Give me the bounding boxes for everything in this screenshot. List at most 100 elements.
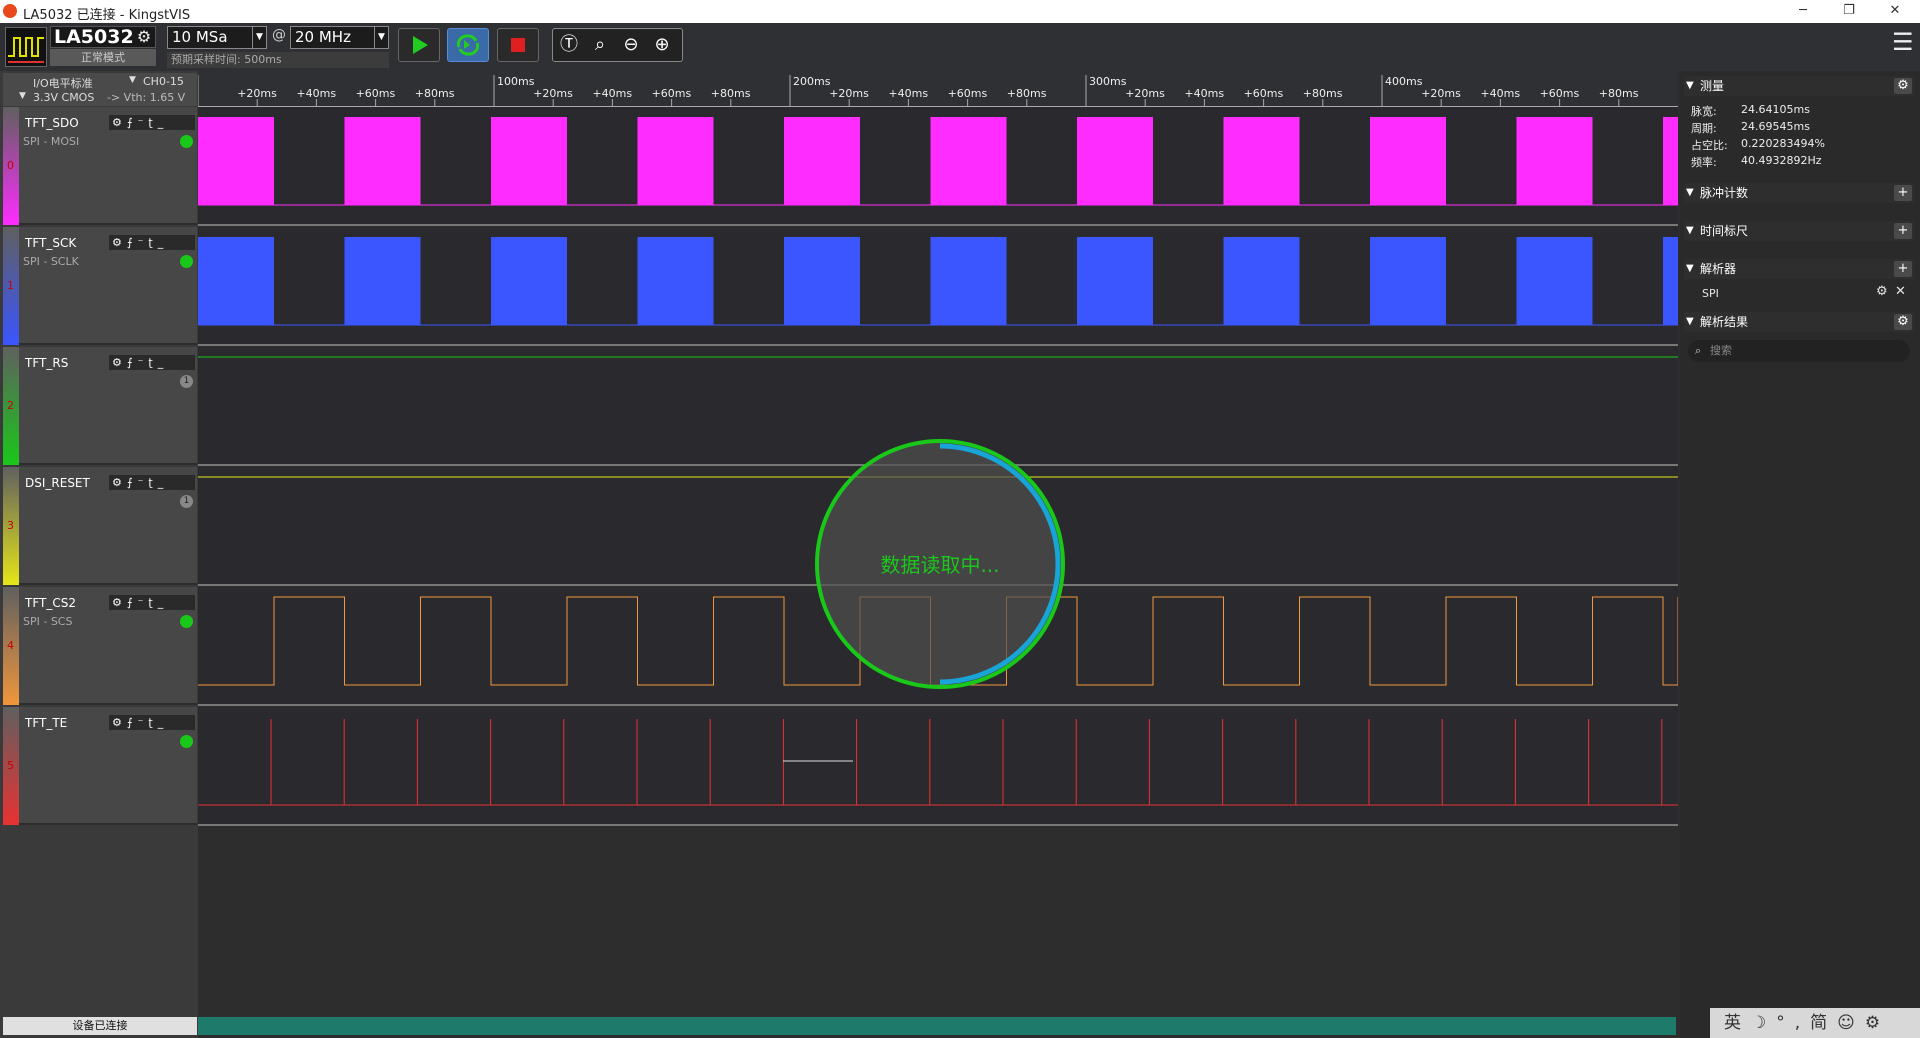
collapse-icon: ▼ <box>1686 80 1694 91</box>
ruler-minor-label: +80ms <box>1599 87 1639 100</box>
search-input[interactable]: ⌕ 搜索 <box>1688 340 1910 362</box>
zoom-group: Ⓣ ⌕ ⊖ ⊕ <box>552 28 683 62</box>
caret-down-icon: ▼ <box>19 91 26 101</box>
trigger-controls[interactable]: ⚙⨍⁻ʈ_ <box>109 595 195 610</box>
trigger-controls[interactable]: ⚙⨍⁻ʈ_ <box>109 235 195 250</box>
zoom-in-icon[interactable]: ⊕ <box>648 32 676 58</box>
analyzer-title: 解析器 <box>1700 262 1737 276</box>
gear-icon[interactable]: ⚙ <box>1894 314 1912 330</box>
collapse-icon: ▼ <box>1686 187 1694 198</box>
zoom-out-icon[interactable]: ⊖ <box>617 32 645 58</box>
maximize-button[interactable]: ❐ <box>1826 0 1872 23</box>
channel-row[interactable]: 5 TFT_TE ⚙⨍⁻ʈ_ <box>3 707 197 825</box>
ruler-major-label: 100ms <box>497 75 535 88</box>
ruler-major-label: 300ms <box>1089 75 1127 88</box>
channel-row[interactable]: 2 TFT_RS ⚙⨍⁻ʈ_ 1 <box>3 347 197 465</box>
results-title: 解析结果 <box>1700 315 1749 329</box>
ruler-minor-label: +60ms <box>1540 87 1580 100</box>
trigger-controls[interactable]: ⚙⨍⁻ʈ_ <box>109 115 195 130</box>
ime-simplified[interactable]: 简 <box>1810 1013 1837 1033</box>
ruler-minor-label: +40ms <box>888 87 928 100</box>
menu-icon[interactable]: ☰ <box>1892 30 1914 54</box>
sample-rate-select[interactable]: 20 MHz ▼ <box>290 26 389 49</box>
pulse-block <box>1223 117 1300 205</box>
close-icon[interactable]: ✕ <box>1895 284 1906 299</box>
channel-row[interactable]: 0 TFT_SDO SPI - MOSI ⚙⨍⁻ʈ_ <box>3 107 197 225</box>
period-value: 24.69545ms <box>1741 120 1810 133</box>
trigger-controls[interactable]: ⚙⨍⁻ʈ_ <box>109 475 195 490</box>
zoom-fit-icon[interactable]: ⌕ <box>586 32 614 58</box>
close-button[interactable]: ✕ <box>1872 0 1918 23</box>
channel-row[interactable]: 3 DSI_RESET ⚙⨍⁻ʈ_ 1 <box>3 467 197 585</box>
ruler-minor-label: +40ms <box>1184 87 1224 100</box>
search-icon: ⌕ <box>1695 344 1702 357</box>
sample-depth-select[interactable]: 10 MSa ▼ <box>167 26 267 49</box>
gear-icon[interactable]: ⚙ <box>1865 1013 1890 1033</box>
channel-name[interactable]: TFT_SCK <box>25 236 76 250</box>
pulse-block <box>637 117 714 205</box>
punct-icon[interactable]: °, <box>1776 1013 1810 1033</box>
loop-icon <box>456 34 480 56</box>
collapse-icon: ▼ <box>1686 263 1694 274</box>
time-ruler-title: 时间标尺 <box>1700 224 1749 238</box>
pulse-block <box>637 237 714 325</box>
add-icon[interactable]: + <box>1894 261 1912 277</box>
analyzer-item[interactable]: SPI <box>1702 287 1719 300</box>
minimize-button[interactable]: ─ <box>1780 0 1826 23</box>
trigger-controls[interactable]: ⚙⨍⁻ʈ_ <box>109 715 195 730</box>
gear-icon[interactable]: ⚙ <box>1876 284 1888 299</box>
moon-icon[interactable]: ☽ <box>1751 1013 1776 1033</box>
channel-name[interactable]: TFT_CS2 <box>25 596 76 610</box>
sample-depth-value: 10 MSa <box>172 28 228 46</box>
collapse-icon: ▼ <box>1686 316 1694 327</box>
caret-down-icon: ▼ <box>129 75 136 85</box>
channel-name[interactable]: TFT_RS <box>25 356 68 370</box>
ruler-minor-label: +40ms <box>1480 87 1520 100</box>
stop-button[interactable] <box>497 28 539 62</box>
channel-index: 1 <box>7 279 14 292</box>
analyzer-section[interactable]: ▼ 解析器 + <box>1684 259 1914 279</box>
channel-name[interactable]: TFT_SDO <box>25 116 79 130</box>
frequency-label: 频率: <box>1691 156 1717 169</box>
pulse-count-section[interactable]: ▼ 脉冲计数 + <box>1684 183 1914 203</box>
text-tool-icon[interactable]: Ⓣ <box>555 32 583 58</box>
repeat-run-button[interactable] <box>447 28 489 62</box>
time-ruler-section[interactable]: ▼ 时间标尺 + <box>1684 221 1914 241</box>
channel-name[interactable]: DSI_RESET <box>25 476 90 490</box>
toolbar: LA5032 ⚙ 正常模式 10 MSa ▼ @ 20 MHz ▼ 预期采样时间: … <box>0 23 1920 71</box>
loading-text: 数据读取中... <box>880 553 1000 577</box>
start-button[interactable] <box>398 28 440 62</box>
add-icon[interactable]: + <box>1894 223 1912 239</box>
emoji-icon[interactable]: ☺ <box>1837 1013 1865 1033</box>
pulse-block <box>930 237 1007 325</box>
channel-name[interactable]: TFT_TE <box>25 716 67 730</box>
trigger-controls[interactable]: ⚙⨍⁻ʈ_ <box>109 355 195 370</box>
channel-status-icon: 1 <box>180 495 193 508</box>
channel-index: 3 <box>7 519 14 532</box>
frequency-value: 40.4932892Hz <box>1741 154 1822 167</box>
channel-index: 2 <box>7 399 14 412</box>
pulse-block <box>784 237 860 325</box>
stop-icon <box>511 38 525 52</box>
time-ruler[interactable]: +20ms +40ms +60ms +80ms 100ms +20ms +40ms +60ms… <box>197 71 1678 107</box>
add-icon[interactable]: + <box>1894 185 1912 201</box>
channel-decoder: SPI - SCS <box>23 615 73 628</box>
io-level-select[interactable]: 3.3V CMOS <box>33 91 94 104</box>
channel-status-icon <box>180 615 193 628</box>
scroll-bar[interactable] <box>198 1017 1676 1035</box>
device-settings-icon[interactable]: ⚙ <box>134 28 154 46</box>
ime-lang[interactable]: 英 <box>1724 1013 1751 1033</box>
gear-icon[interactable]: ⚙ <box>1894 78 1912 94</box>
channel-row[interactable]: 4 TFT_CS2 SPI - SCS ⚙⨍⁻ʈ_ <box>3 587 197 705</box>
channel-panel: I/O电平标准 ▼ CH0-15 ▼ 3.3V CMOS -> Vth: 1.6… <box>0 71 198 1038</box>
channel-status-icon: 1 <box>180 375 193 388</box>
device-logo-icon <box>5 27 47 67</box>
measure-section[interactable]: ▼ 测量 ⚙ <box>1684 76 1914 96</box>
pulse-block <box>930 117 1007 205</box>
waveform-area[interactable]: +20ms +40ms +60ms +80ms 100ms +20ms +40ms +60ms… <box>197 71 1678 1038</box>
channel-range[interactable]: CH0-15 <box>143 75 184 88</box>
ruler-major-label: 400ms <box>1385 75 1423 88</box>
results-section[interactable]: ▼ 解析结果 ⚙ <box>1684 312 1914 332</box>
channel-row[interactable]: 1 TFT_SCK SPI - SCLK ⚙⨍⁻ʈ_ <box>3 227 197 345</box>
pulse-block <box>1370 237 1446 325</box>
